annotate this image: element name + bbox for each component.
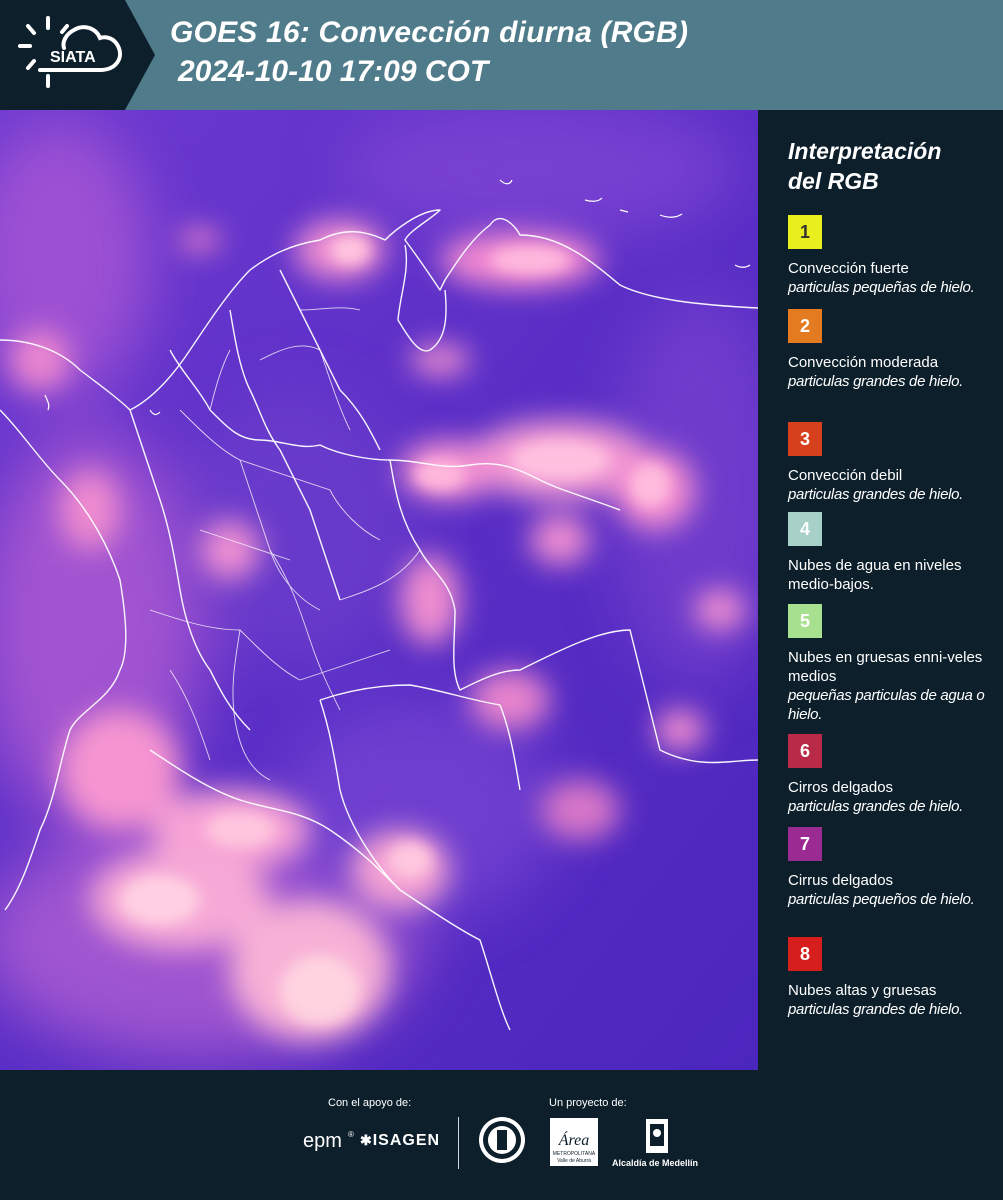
legend-swatch: 2 — [788, 309, 822, 343]
page-timestamp: 2024-10-10 17:09 COT — [178, 55, 489, 88]
legend-sub-text: particulas grandes de hielo. — [788, 486, 964, 503]
legend-main-text: Nubes de agua en niveles medio-bajos. — [788, 557, 962, 593]
legend-main-text: Cirrus delgados — [788, 872, 894, 889]
legend-item-2: 2 Convección moderada particulas grandes d… — [788, 309, 993, 391]
satellite-map — [0, 110, 758, 1070]
svg-text:Área: Área — [558, 1130, 590, 1149]
svg-text:METROPOLITANA: METROPOLITANA — [553, 1151, 596, 1157]
isagen-mark-icon: ✱ — [360, 1132, 373, 1148]
legend-main-text: Nubes altas y gruesas — [788, 982, 937, 999]
legend-main-text: Nubes en gruesas enni-veles medios — [788, 649, 983, 685]
epm-logo: epm — [303, 1130, 342, 1152]
legend-swatch: 3 — [788, 422, 822, 456]
legend-swatch: 1 — [788, 215, 822, 249]
legend-item-8: 8 Nubes altas y gruesas particulas grandes… — [788, 937, 993, 1019]
legend-main-text: Convección moderada — [788, 354, 939, 371]
legend-swatch: 7 — [788, 827, 822, 861]
legend-panel: Interpretación del RGB 1 Convección fuert… — [758, 110, 1003, 1070]
support-label: Con el apoyo de: — [328, 1097, 412, 1109]
legend-item-5: 5 Nubes en gruesas enni-veles medios peque… — [788, 604, 993, 724]
legend-swatch: 6 — [788, 734, 822, 768]
legend-swatch: 5 — [788, 604, 822, 638]
svg-text:Valle de Aburrá: Valle de Aburrá — [557, 1158, 591, 1164]
area-metropolitana-logo: Área METROPOLITANA Valle de Aburrá — [548, 1116, 600, 1168]
footer-divider — [458, 1117, 459, 1169]
alcaldia-label: Alcaldía de Medellín — [612, 1158, 699, 1168]
legend-item-6: 6 Cirros delgados particulas grandes de hi… — [788, 734, 993, 816]
legend-main-text: Convección debil — [788, 467, 903, 484]
legend-sub-text: particulas grandes de hielo. — [788, 373, 964, 390]
page-title: GOES 16: Convección diurna (RGB) — [170, 16, 689, 49]
registered-mark: ® — [348, 1130, 354, 1139]
legend-sub-text: pequeñas particulas de agua o hielo. — [788, 687, 985, 723]
siata-logo: SIATA — [0, 0, 155, 110]
legend-item-7: 7 Cirrus delgados particulas pequeños de h… — [788, 827, 993, 909]
legend-sub-text: particulas grandes de hielo. — [788, 1001, 964, 1018]
alcaldia-shield-icon — [645, 1118, 669, 1156]
seal-logo — [477, 1115, 527, 1165]
legend-swatch: 4 — [788, 512, 822, 546]
legend-sub-text: particulas pequeños de hielo. — [788, 891, 975, 908]
svg-text:SIATA: SIATA — [50, 49, 96, 66]
legend-sub-text: particulas grandes de hielo. — [788, 798, 964, 815]
legend-item-1: 1 Convección fuerte particulas pequeñas de… — [788, 215, 993, 297]
footer: Con el apoyo de: Un proyecto de: epm ® ✱… — [0, 1070, 1003, 1200]
header: SIATA GOES 16: Convección diurna (RGB) 2… — [0, 0, 1003, 110]
legend-swatch: 8 — [788, 937, 822, 971]
legend-main-text: Convección fuerte — [788, 260, 909, 277]
isagen-logo: ✱ISAGEN — [360, 1132, 441, 1149]
legend-title: Interpretación del RGB — [788, 138, 942, 194]
legend-item-3: 3 Convección debil particulas grandes de h… — [788, 422, 993, 504]
legend-item-4: 4 Nubes de agua en niveles medio-bajos. — [788, 512, 993, 594]
legend-sub-text: particulas pequeñas de hielo. — [788, 279, 975, 296]
project-label: Un proyecto de: — [549, 1097, 627, 1109]
legend-main-text: Cirros delgados — [788, 779, 894, 796]
